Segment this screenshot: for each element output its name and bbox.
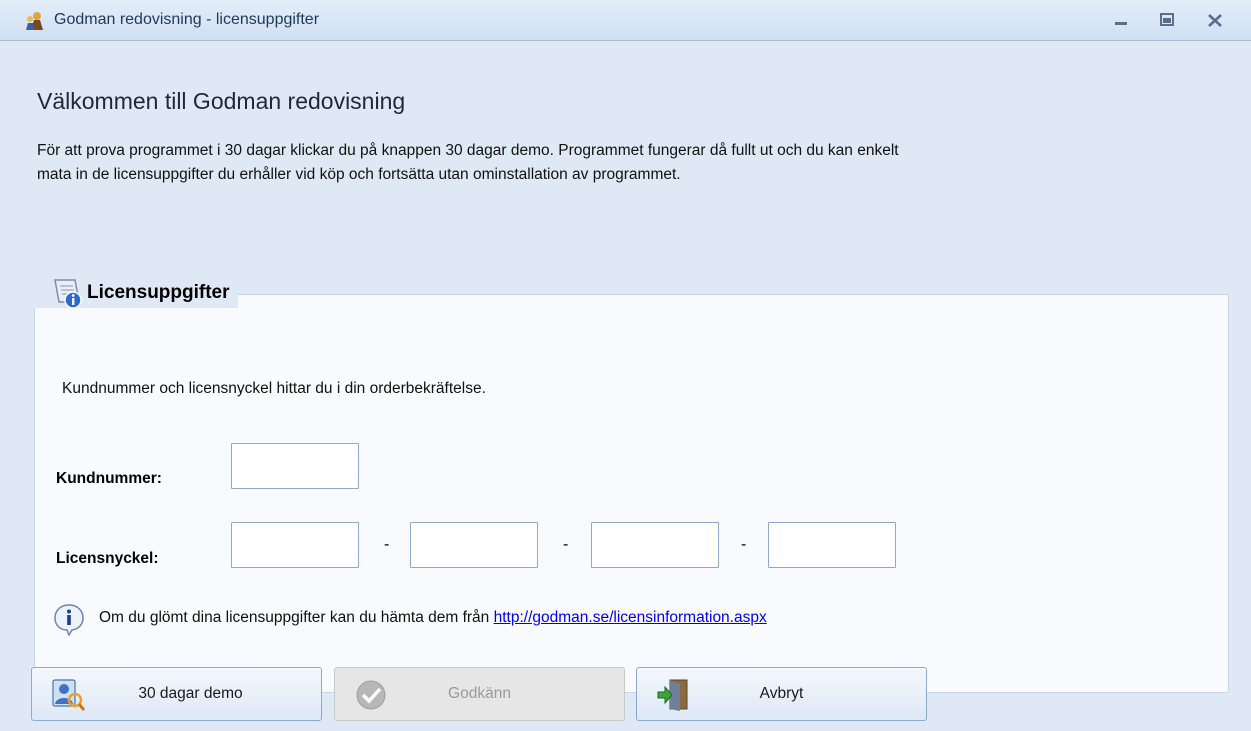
intro-text: För att prova programmet i 30 dagar klic…: [37, 139, 1227, 187]
maximize-icon[interactable]: [1155, 8, 1179, 32]
info-message-text: Om du glömt dina licensuppgifter kan du …: [99, 609, 494, 626]
intro-line-1: För att prova programmet i 30 dagar klic…: [37, 142, 899, 159]
key-separator: -: [384, 536, 390, 553]
close-icon[interactable]: [1203, 8, 1227, 32]
approve-button[interactable]: Godkänn: [334, 667, 625, 721]
license-key-part-2[interactable]: [410, 522, 538, 568]
main-panel: Välkommen till Godman redovisning För at…: [0, 41, 1251, 731]
license-key-part-1[interactable]: [231, 522, 359, 568]
license-info-link[interactable]: http://godman.se/licensinformation.aspx: [494, 609, 767, 626]
license-key-label: Licensnyckel:: [56, 550, 159, 567]
license-key-part-3[interactable]: [591, 522, 719, 568]
cancel-button[interactable]: Avbryt: [636, 667, 927, 721]
license-group-title: Licensuppgifter: [87, 282, 230, 303]
intro-line-2: mata in de licensuppgifter du erhåller v…: [37, 166, 681, 183]
key-separator: -: [741, 536, 747, 553]
customer-number-input[interactable]: [231, 443, 359, 489]
app-icon: [26, 12, 43, 30]
info-icon: [54, 604, 84, 636]
minimize-icon[interactable]: [1109, 8, 1133, 32]
approve-button-label: Godkänn: [448, 685, 511, 702]
info-message: Om du glömt dina licensuppgifter kan du …: [99, 609, 767, 627]
license-hint: Kundnummer och licensnyckel hittar du i …: [62, 380, 486, 397]
title-bar: Godman redovisning - licensuppgifter: [0, 0, 1251, 41]
cancel-button-label: Avbryt: [759, 685, 804, 702]
key-separator: -: [563, 536, 569, 553]
demo-button[interactable]: 30 dagar demo: [31, 667, 322, 721]
demo-button-label: 30 dagar demo: [138, 685, 243, 702]
license-key-part-4[interactable]: [768, 522, 896, 568]
license-group: Licensuppgifter Kundnummer och licensnyc…: [33, 278, 1229, 693]
customer-number-label: Kundnummer:: [56, 470, 162, 487]
page-title: Välkommen till Godman redovisning: [37, 88, 406, 114]
license-group-header: Licensuppgifter: [33, 278, 238, 309]
certificate-info-icon: [54, 279, 82, 309]
window-title: Godman redovisning - licensuppgifter: [54, 11, 320, 28]
